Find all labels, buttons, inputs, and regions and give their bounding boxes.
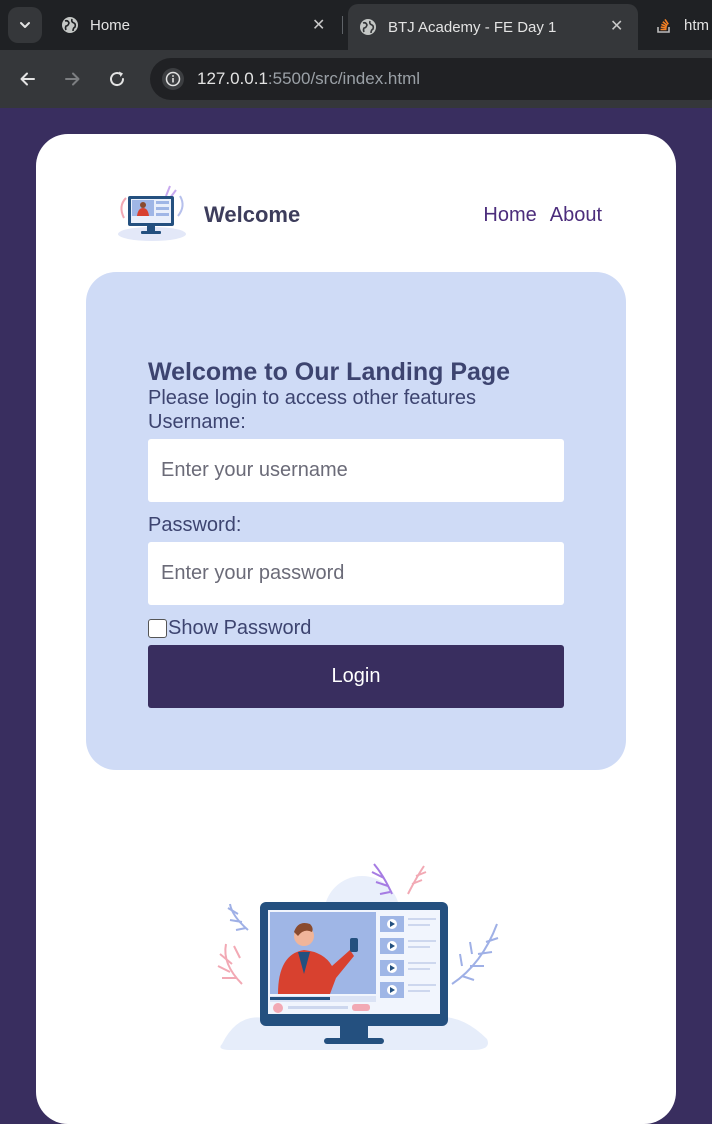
tab-separator [342, 16, 343, 34]
tab-title: BTJ Academy - FE Day 1 [388, 18, 557, 36]
login-heading: Welcome to Our Landing Page [148, 358, 511, 386]
tab-title: Home [90, 16, 131, 34]
main-card: Welcome Home About Welcome to Our Landin… [36, 134, 676, 1124]
nav-link-about[interactable]: About [550, 204, 602, 227]
tab-stackoverflow[interactable]: htm [654, 0, 712, 50]
logo-illustration [118, 185, 186, 241]
tab-btj-academy[interactable]: BTJ Academy - FE Day 1 ✕ [348, 4, 638, 50]
username-label: Username: [148, 411, 246, 433]
login-subheading: Please login to access other features [148, 387, 476, 409]
site-info-button[interactable] [162, 68, 184, 90]
page-viewport: Welcome Home About Welcome to Our Landin… [0, 108, 712, 1124]
globe-icon [62, 17, 78, 33]
tab-search-button[interactable] [8, 7, 42, 43]
username-input[interactable] [148, 439, 564, 502]
brand-title: Welcome [204, 202, 301, 227]
browser-toolbar: 127.0.0.1:5500/src/index.html [0, 50, 712, 108]
tab-close-icon[interactable]: ✕ [610, 16, 623, 36]
login-panel: Welcome to Our Landing Page Please login… [86, 272, 626, 770]
chevron-down-icon [20, 22, 30, 28]
reload-button[interactable] [105, 67, 129, 91]
url-text: 127.0.0.1:5500/src/index.html [197, 69, 420, 89]
arrow-right-icon [65, 72, 80, 86]
url-host: 127.0.0.1 [197, 69, 268, 88]
password-input[interactable] [148, 542, 564, 605]
stackoverflow-icon [657, 18, 670, 33]
tab-title: htm [684, 16, 710, 34]
tab-home[interactable]: Home ✕ [60, 0, 335, 50]
arrow-left-icon [20, 72, 35, 86]
info-icon [165, 71, 181, 87]
login-button[interactable]: Login [148, 645, 564, 708]
forward-button[interactable] [60, 67, 84, 91]
password-label: Password: [148, 514, 242, 536]
reload-icon [110, 71, 125, 87]
nav-link-home[interactable]: Home [483, 204, 536, 227]
globe-icon [360, 19, 376, 35]
address-bar[interactable]: 127.0.0.1:5500/src/index.html [150, 58, 712, 100]
show-password-label[interactable]: Show Password [168, 617, 311, 640]
main-nav: Home About [483, 204, 602, 227]
url-path: :5500/src/index.html [267, 69, 421, 88]
online-learning-illustration [217, 863, 499, 1050]
back-button[interactable] [16, 67, 40, 91]
show-password-row: Show Password [148, 617, 311, 640]
tab-close-icon[interactable]: ✕ [312, 15, 325, 35]
browser-tab-bar: Home ✕ BTJ Academy - FE Day 1 ✕ htm [0, 0, 712, 50]
show-password-checkbox[interactable] [148, 619, 167, 638]
